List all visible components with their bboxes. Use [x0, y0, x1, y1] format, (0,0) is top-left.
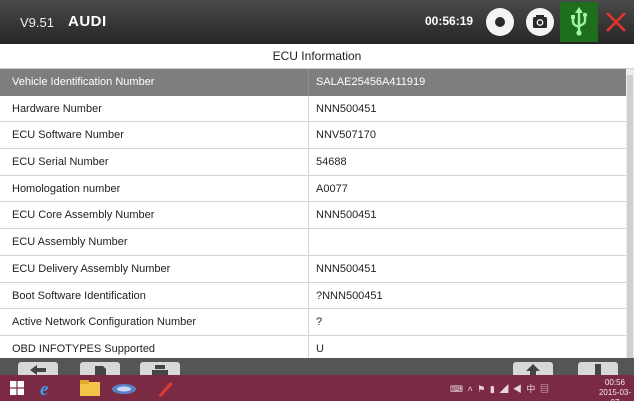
table-row[interactable]: ECU Software Number NNV507170 [0, 122, 626, 150]
system-clock[interactable]: 00:56 2015-03-07 [596, 378, 634, 401]
table-row[interactable]: ECU Core Assembly Number NNN500451 [0, 202, 626, 230]
row-label: ECU Core Assembly Number [0, 202, 309, 229]
screen-title: ECU Information [0, 44, 634, 69]
table-row[interactable]: Boot Software Identification ?NNN500451 [0, 282, 626, 310]
table-row[interactable]: ECU Serial Number 54688 [0, 149, 626, 176]
row-label: ECU Assembly Number [0, 229, 309, 255]
row-value: NNN500451 [316, 262, 377, 275]
table-row[interactable]: ECU Delivery Assembly Number NNN500451 [0, 255, 626, 283]
record-icon[interactable] [486, 8, 514, 36]
table-row[interactable]: ECU Assembly Number [0, 229, 626, 256]
system-tray[interactable]: ⌨ ˄ ⚑ ▮ ◢ ◀ 中 ▤ [450, 382, 550, 395]
row-value: SALAE25456A411919 [316, 76, 426, 88]
vehicle-make: AUDI [68, 13, 107, 30]
row-label: ECU Software Number [0, 122, 309, 149]
app-version: V9.51 [20, 15, 54, 30]
row-label: Hardware Number [0, 95, 309, 122]
camera-icon[interactable] [526, 8, 554, 36]
table-row[interactable]: Homologation number A0077 [0, 175, 626, 203]
row-label: ECU Delivery Assembly Number [0, 255, 309, 282]
row-value: ?NNN500451 [316, 289, 383, 302]
ecu-info-table: Vehicle Identification Number SALAE25456… [0, 69, 626, 363]
car-app-icon[interactable] [110, 378, 138, 398]
windows-start-icon[interactable] [10, 381, 24, 395]
table-scrollbar[interactable] [626, 69, 634, 367]
internet-explorer-icon[interactable]: e [34, 378, 62, 398]
usb-icon[interactable] [560, 2, 598, 42]
ime-indicator[interactable]: 中 [526, 384, 536, 394]
row-value: A0077 [316, 182, 348, 195]
row-value: NNN500451 [316, 102, 377, 115]
battery-icon[interactable]: ▮ [490, 384, 496, 394]
row-label: Homologation number [0, 175, 309, 202]
app-topbar: V9.51 AUDI 00:56:19 [0, 0, 634, 44]
camera-glyph [533, 15, 547, 28]
row-value: ? [316, 316, 323, 329]
row-label: Active Network Configuration Number [0, 309, 309, 335]
notification-icon[interactable]: ▤ [540, 384, 550, 394]
row-value [309, 229, 626, 255]
row-value: 54688 [316, 156, 347, 169]
keyboard-icon[interactable]: ⌨ [450, 384, 464, 394]
row-value: NNV507170 [316, 129, 376, 142]
chevron-up-icon[interactable]: ˄ [468, 384, 474, 394]
flag-icon[interactable]: ⚑ [477, 384, 486, 394]
table-row[interactable]: Hardware Number NNN500451 [0, 95, 626, 123]
clock-time: 00:56 [604, 378, 626, 387]
table-row[interactable]: Active Network Configuration Number ? [0, 309, 626, 336]
clock-date: 2015-03-07 [598, 388, 632, 401]
volume-icon[interactable]: ◀ [513, 384, 523, 394]
table-row[interactable]: Vehicle Identification Number SALAE25456… [0, 69, 626, 96]
file-explorer-icon[interactable] [76, 378, 104, 398]
row-label: Vehicle Identification Number [0, 69, 309, 95]
svg-text:e: e [40, 379, 49, 398]
signal-icon[interactable]: ◢ [499, 384, 509, 394]
windows-taskbar: e ⌨ ˄ ⚑ ▮ ◢ ◀ 中 ▤ 00:56 2015-03-07 [0, 375, 634, 401]
status-clock: 00:56:19 [425, 14, 474, 28]
row-label: ECU Serial Number [0, 149, 309, 175]
pen-app-icon[interactable] [150, 378, 178, 398]
close-icon[interactable] [599, 3, 633, 41]
usb-glyph [571, 7, 588, 36]
row-value: NNN500451 [316, 209, 377, 222]
close-glyph [606, 12, 626, 32]
row-label: Boot Software Identification [0, 282, 309, 309]
scrollbar-thumb[interactable] [627, 75, 633, 367]
